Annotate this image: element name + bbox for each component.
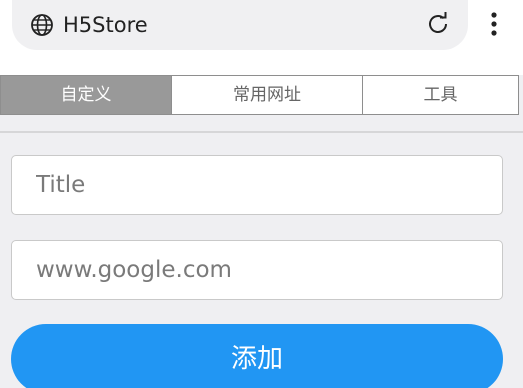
add-button[interactable]: 添加 [11, 324, 503, 388]
tab-bar: 自定义 常用网址 工具 [0, 75, 519, 115]
url-input[interactable] [11, 240, 503, 300]
divider [0, 131, 523, 133]
globe-icon [29, 12, 55, 38]
title-input[interactable] [11, 155, 503, 215]
reload-icon[interactable] [424, 10, 452, 38]
browser-toolbar: H5Store [0, 0, 523, 75]
tab-custom[interactable]: 自定义 [1, 76, 172, 114]
site-title: H5Store [63, 13, 148, 37]
more-vert-icon[interactable] [484, 10, 504, 38]
tab-common-sites[interactable]: 常用网址 [172, 76, 363, 114]
address-bar[interactable]: H5Store [12, 0, 468, 50]
tab-tools[interactable]: 工具 [363, 76, 518, 114]
